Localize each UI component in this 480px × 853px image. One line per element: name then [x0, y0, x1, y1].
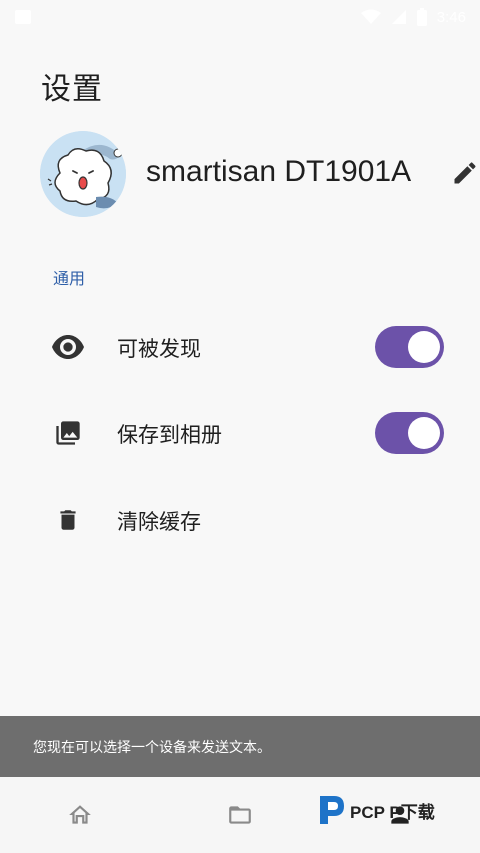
avatar-image: [40, 131, 126, 217]
trash-icon: [52, 506, 84, 534]
snackbar-message: 您现在可以选择一个设备来发送文本。: [33, 740, 271, 756]
watermark-logo-icon: [320, 796, 344, 824]
notification-icon: [15, 10, 31, 24]
photo-library-icon: [52, 419, 84, 447]
signal-icon: [391, 10, 406, 24]
watermark: PCP P下载: [316, 790, 435, 830]
folder-icon: [229, 806, 251, 824]
edit-name-button[interactable]: [449, 157, 480, 189]
toggle-knob: [408, 417, 440, 449]
pencil-icon: [454, 162, 476, 184]
setting-row-save-to-album[interactable]: 保存到相册: [0, 403, 480, 463]
avatar[interactable]: [40, 131, 126, 217]
setting-label-save-to-album: 保存到相册: [117, 423, 222, 447]
snackbar: 您现在可以选择一个设备来发送文本。: [0, 716, 480, 777]
toggle-knob: [408, 331, 440, 363]
setting-label-discoverable: 可被发现: [117, 337, 201, 361]
toggle-discoverable[interactable]: [375, 326, 444, 368]
status-time: 3:46: [436, 8, 466, 26]
battery-icon: [416, 8, 427, 26]
home-icon: [69, 805, 91, 824]
page-title: 设置: [41, 72, 103, 107]
setting-label-clear-cache: 清除缓存: [117, 510, 201, 534]
section-header-general: 通用: [53, 269, 86, 288]
watermark-text: PCP P下载: [350, 802, 435, 822]
wifi-icon: [360, 9, 381, 24]
status-left: [14, 9, 32, 25]
nav-files[interactable]: [222, 797, 258, 833]
eye-icon: [52, 333, 84, 361]
setting-row-clear-cache[interactable]: 清除缓存: [0, 490, 480, 550]
toggle-save-to-album[interactable]: [375, 412, 444, 454]
status-bar: 3:46: [0, 0, 480, 34]
nav-home[interactable]: [62, 797, 98, 833]
status-right: 3:46: [360, 8, 466, 26]
setting-row-discoverable[interactable]: 可被发现: [0, 317, 480, 377]
device-name: smartisan DT1901A: [146, 155, 412, 188]
